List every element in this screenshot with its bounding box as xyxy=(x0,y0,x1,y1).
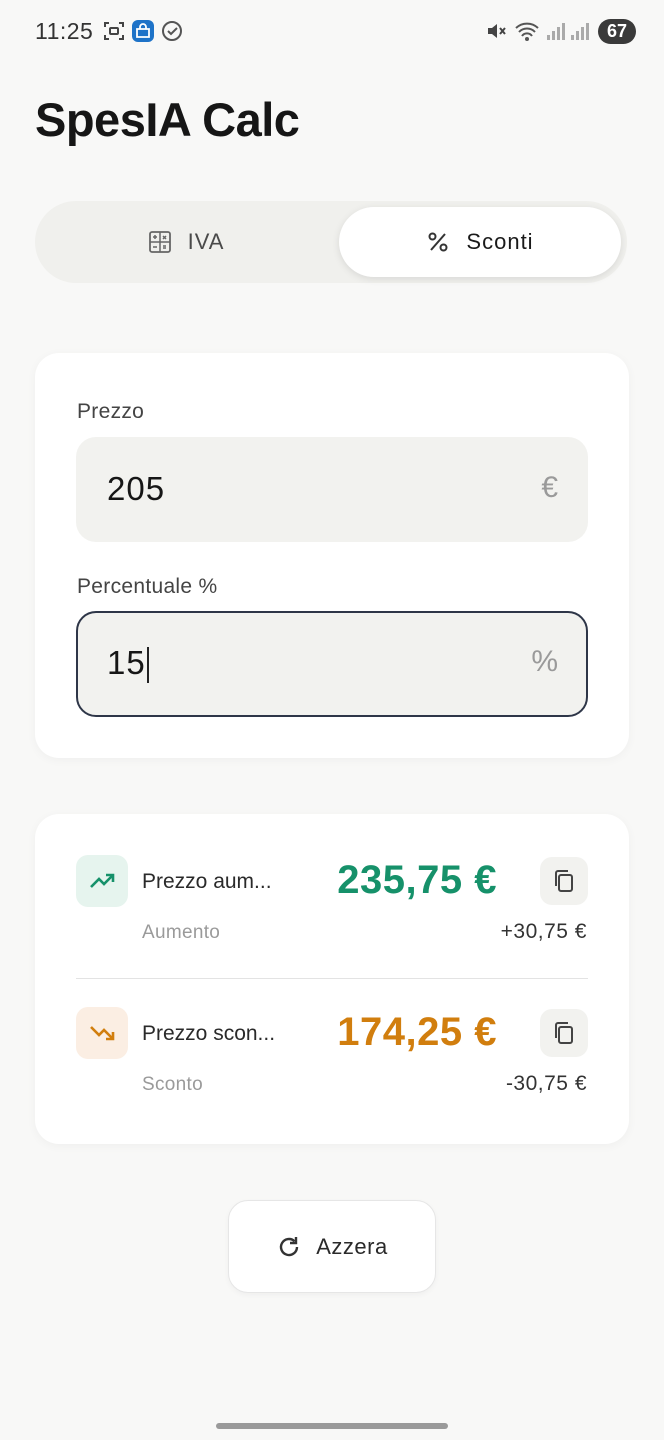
percentage-label: Percentuale % xyxy=(77,575,218,598)
copy-discount-button[interactable] xyxy=(540,1009,588,1057)
status-time: 11:25 xyxy=(35,18,94,44)
app-title: SpesIA Calc xyxy=(35,93,300,146)
signal-icon-2 xyxy=(571,23,589,40)
results-card: Prezzo aum... 235,75 € Aumento +30,75 € … xyxy=(35,814,629,1144)
mute-icon xyxy=(488,24,506,38)
home-indicator[interactable] xyxy=(216,1423,448,1429)
refresh-icon xyxy=(280,1236,299,1256)
tab-sconti-label: Sconti xyxy=(466,229,534,254)
percentage-input[interactable]: 15 % xyxy=(76,611,588,717)
screenshot-icon xyxy=(104,22,124,40)
battery-indicator: 67 xyxy=(598,19,636,44)
input-card: Prezzo 205 € Percentuale % 15 % xyxy=(35,353,629,758)
percentage-value-wrap: 15 xyxy=(107,644,149,684)
signal-icon xyxy=(547,23,565,40)
euro-suffix: € xyxy=(541,471,558,504)
reset-button-label: Azzera xyxy=(316,1233,388,1259)
percent-suffix: % xyxy=(531,645,558,678)
increased-price-label: Prezzo aum... xyxy=(142,870,272,893)
tab-sconti[interactable]: Sconti xyxy=(339,207,621,277)
text-caret xyxy=(146,647,149,684)
check-circle-icon xyxy=(162,21,182,41)
discounted-price-value: 174,25 € xyxy=(337,1010,497,1054)
tab-iva[interactable]: IVA xyxy=(41,207,331,277)
reset-button[interactable]: Azzera xyxy=(228,1200,436,1293)
store-app-icon xyxy=(132,20,154,42)
copy-icon xyxy=(555,1022,573,1044)
price-value: 205 xyxy=(107,470,166,507)
increase-sub-label: Aumento xyxy=(142,922,221,943)
wifi-icon xyxy=(515,22,539,41)
price-label: Prezzo xyxy=(77,400,145,423)
trending-up-icon xyxy=(76,855,128,907)
percentage-value: 15 xyxy=(107,644,146,681)
discounted-price-label: Prezzo scon... xyxy=(142,1022,276,1045)
discount-diff: -30,75 € xyxy=(505,1072,587,1095)
copy-increase-button[interactable] xyxy=(540,857,588,905)
status-bar: 11:25 67 xyxy=(0,0,664,64)
discount-sub-label: Sconto xyxy=(142,1074,203,1095)
increase-diff: +30,75 € xyxy=(500,920,587,943)
percent-icon xyxy=(428,232,448,252)
increased-price-value: 235,75 € xyxy=(337,858,497,902)
calculator-icon xyxy=(148,231,171,253)
results-divider xyxy=(76,978,588,979)
tab-iva-label: IVA xyxy=(187,229,225,254)
copy-icon xyxy=(555,870,573,892)
mode-tabs: IVA Sconti xyxy=(35,201,627,283)
price-input[interactable]: 205 € xyxy=(76,437,588,542)
trending-down-icon xyxy=(76,1007,128,1059)
